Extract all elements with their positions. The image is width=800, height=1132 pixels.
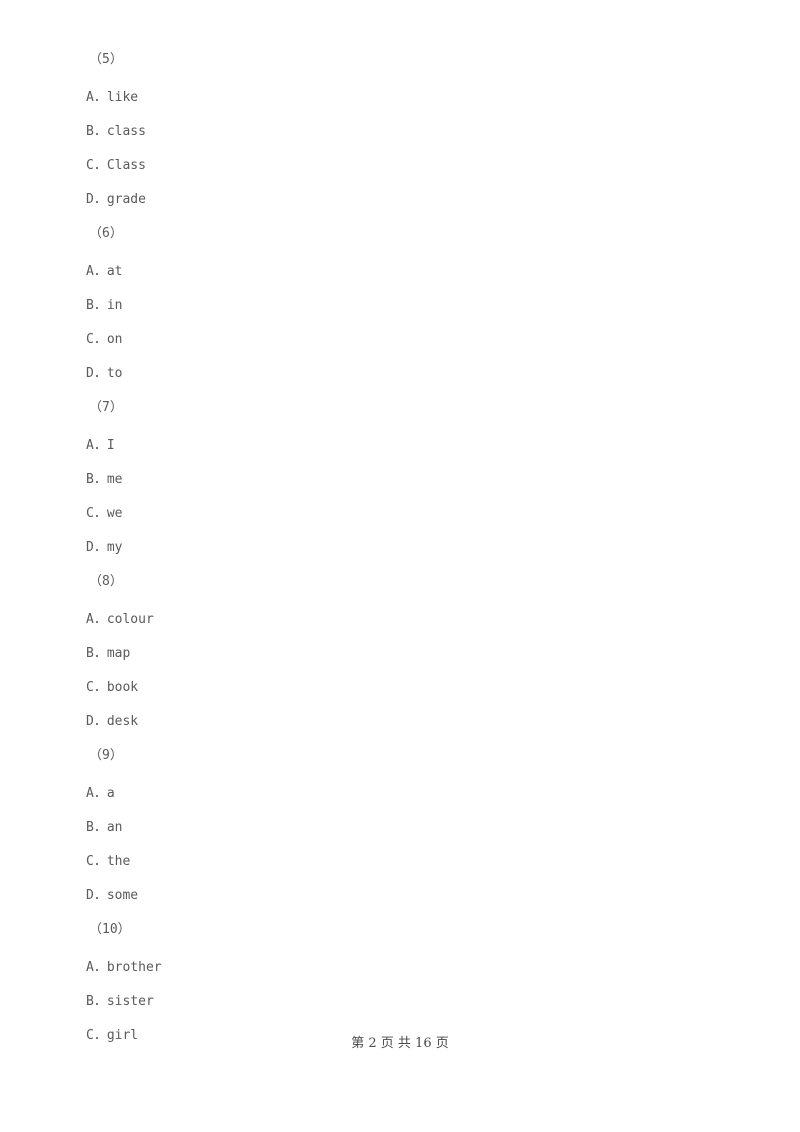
answer-option[interactable]: D．grade [86, 193, 146, 206]
question-number: （5） [89, 52, 123, 67]
answer-option[interactable]: D．my [86, 541, 122, 554]
answer-option[interactable]: B．in [86, 299, 122, 312]
document-page: （5） A．like B．class C．Class D．grade （6） A．at B．i… [0, 0, 800, 1132]
answer-option[interactable]: C．the [86, 855, 130, 868]
answer-option[interactable]: B．me [86, 473, 122, 486]
answer-option[interactable]: A．like [86, 91, 138, 104]
page-footer: 第 2 页 共 16 页 [351, 1036, 449, 1051]
answer-option[interactable]: B．sister [86, 995, 154, 1008]
question-number: （6） [89, 226, 123, 241]
question-number: （9） [89, 748, 123, 763]
answer-option[interactable]: A．at [86, 265, 122, 278]
answer-option[interactable]: D．to [86, 367, 122, 380]
question-number: （10） [89, 922, 131, 937]
answer-option[interactable]: D．some [86, 889, 138, 902]
answer-option[interactable]: A．brother [86, 961, 162, 974]
answer-option[interactable]: C．Class [86, 159, 146, 172]
answer-option[interactable]: C．we [86, 507, 122, 520]
answer-option[interactable]: B．class [86, 125, 146, 138]
question-number: （7） [89, 400, 123, 415]
answer-option[interactable]: A．I [86, 439, 115, 452]
answer-option[interactable]: C．on [86, 333, 122, 346]
answer-option[interactable]: A．colour [86, 613, 154, 626]
question-number: （8） [89, 574, 123, 589]
answer-option[interactable]: B．map [86, 647, 130, 660]
answer-option[interactable]: C．book [86, 681, 138, 694]
answer-option[interactable]: B．an [86, 821, 122, 834]
answer-option[interactable]: A．a [86, 787, 115, 800]
answer-option[interactable]: D．desk [86, 715, 138, 728]
